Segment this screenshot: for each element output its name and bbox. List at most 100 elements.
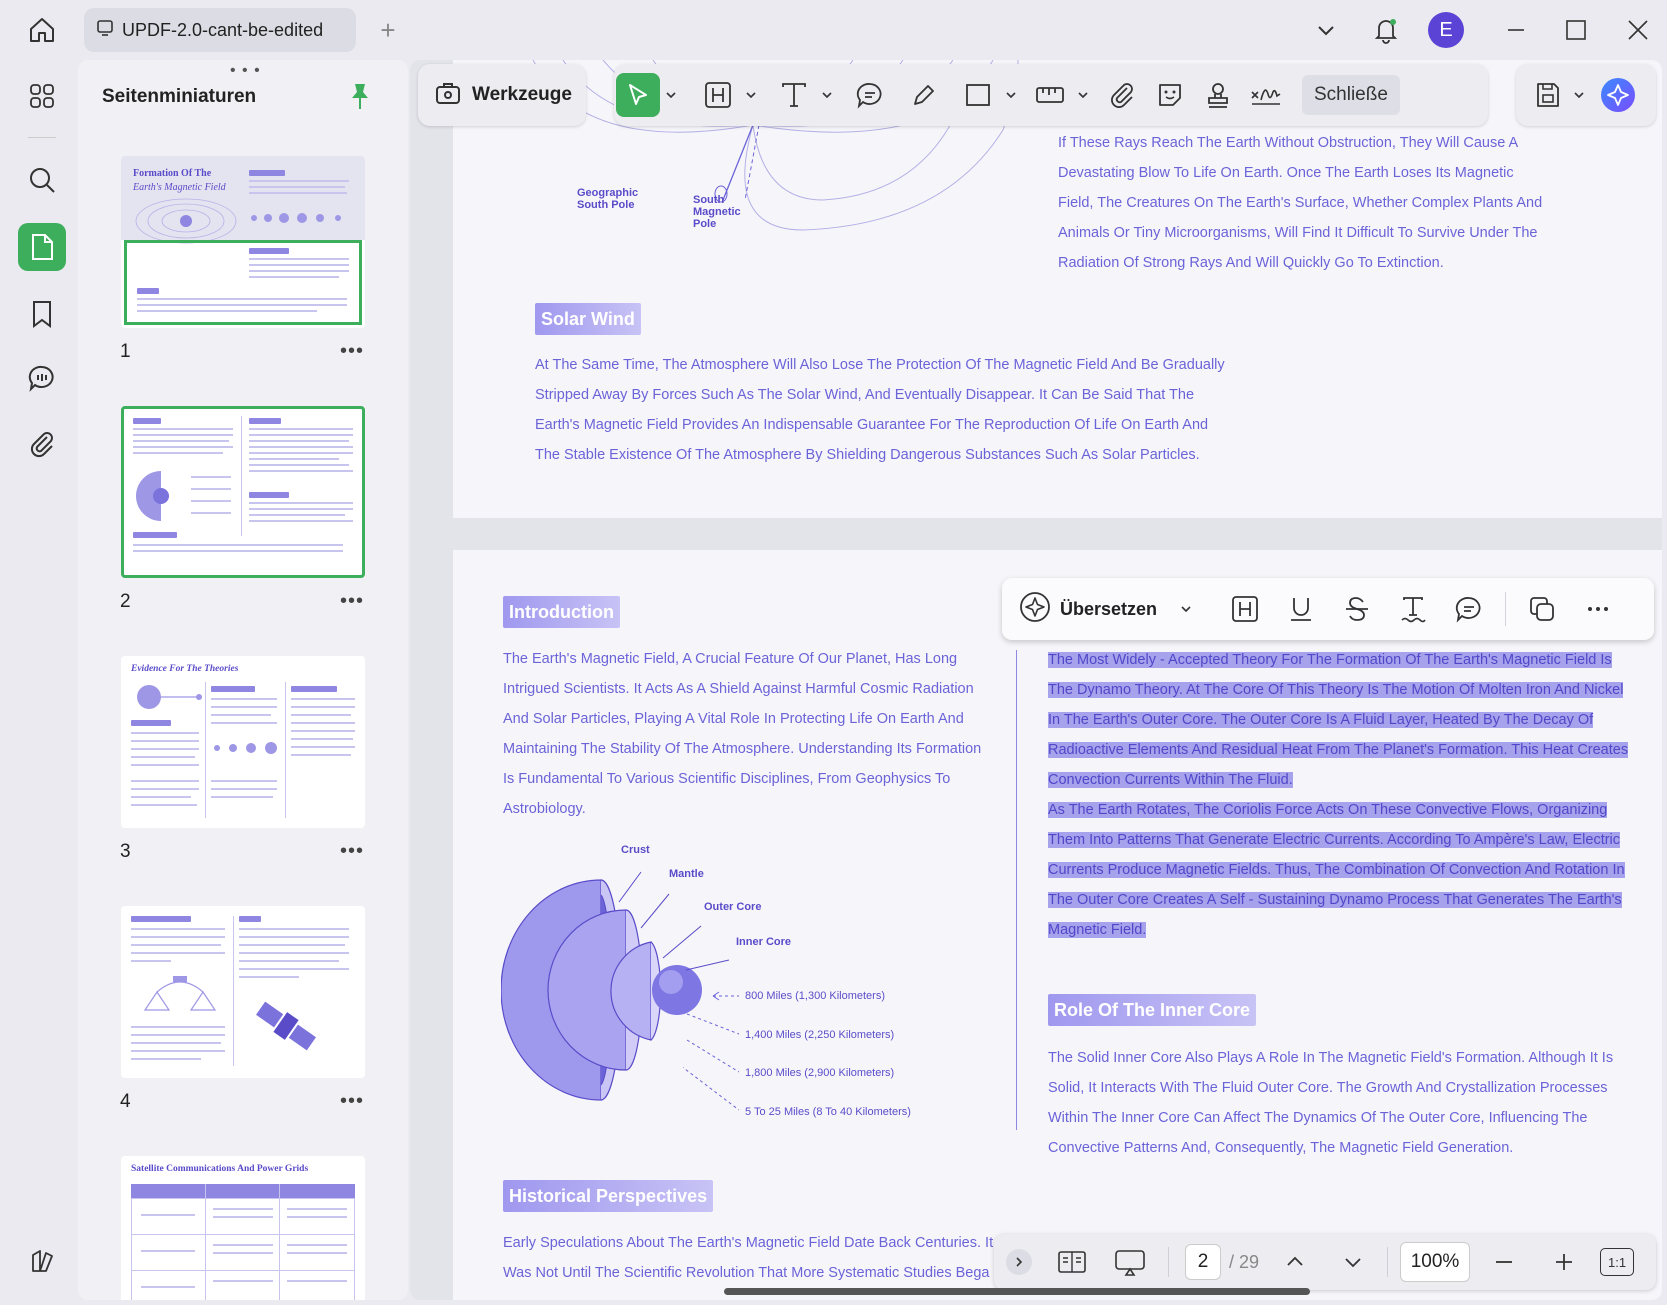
outer-core-label: Outer Core bbox=[704, 901, 762, 913]
document-tab[interactable]: UPDF-2.0-cant-be-edited bbox=[84, 8, 356, 52]
historical-perspectives-heading: Historical Perspectives bbox=[503, 1180, 714, 1212]
selected-text-line[interactable]: Them Into Patterns That Generate Electri… bbox=[1048, 832, 1621, 848]
zoom-out-icon[interactable] bbox=[1482, 1240, 1526, 1284]
page-thumbnail-4[interactable] bbox=[121, 906, 365, 1078]
page-thumbnail-1[interactable]: Formation Of The Earth's Magnetic Field bbox=[121, 156, 365, 328]
attachment-icon[interactable] bbox=[18, 420, 66, 468]
thumbnail-more-icon[interactable]: ••• bbox=[340, 340, 364, 363]
zoom-level-input[interactable]: 100% bbox=[1400, 1242, 1471, 1282]
inner-core-heading: Role Of The Inner Core bbox=[1048, 994, 1257, 1026]
previous-page-icon[interactable] bbox=[1273, 1240, 1317, 1284]
minimize-icon[interactable] bbox=[1496, 10, 1536, 50]
thumbnail-title-line-1: Formation Of The bbox=[133, 168, 212, 179]
inner-core-paragraph: The Solid Inner Core Also Plays A Role I… bbox=[1048, 1050, 1614, 1156]
geographic-south-pole-label: Geographic South Pole bbox=[577, 187, 639, 211]
thumbnail-more-icon[interactable]: ••• bbox=[340, 1090, 364, 1113]
historical-paragraph: Early Speculations About The Earth's Mag… bbox=[503, 1235, 994, 1281]
chevron-down-icon[interactable] bbox=[820, 73, 834, 117]
chevron-down-icon[interactable] bbox=[1572, 73, 1586, 117]
introduction-paragraph: The Earth's Magnetic Field, A Crucial Fe… bbox=[503, 651, 982, 817]
selected-text-line[interactable]: The Outer Core Creates A Self - Sustaini… bbox=[1048, 892, 1622, 908]
new-tab-icon[interactable]: + bbox=[374, 15, 402, 45]
collapse-nav-icon[interactable] bbox=[1006, 1249, 1032, 1275]
layers-icon[interactable] bbox=[18, 1237, 66, 1285]
selected-text-line[interactable]: Convection Currents Within The Fluid. bbox=[1048, 772, 1293, 788]
page-thumbnail-3[interactable]: Evidence For The Theories bbox=[121, 656, 365, 828]
maximize-icon[interactable] bbox=[1556, 10, 1596, 50]
comments-icon[interactable] bbox=[18, 354, 66, 402]
comment-tool-icon[interactable] bbox=[848, 73, 892, 117]
selected-text-line[interactable]: Magnetic Field. bbox=[1048, 922, 1147, 938]
solar-wind-paragraph: At The Same Time, The Atmosphere Will Al… bbox=[535, 357, 1225, 463]
pdf-page-1: Geographic South Pole South Magnetic Pol… bbox=[453, 60, 1662, 518]
annotation-toolbar: Schließe bbox=[614, 64, 1488, 126]
selected-text-line[interactable]: As The Earth Rotates, The Coriolis Force… bbox=[1048, 802, 1608, 818]
measure-tool-icon[interactable] bbox=[1028, 73, 1072, 117]
page-thumbnail-2[interactable] bbox=[121, 406, 365, 578]
home-icon[interactable] bbox=[22, 12, 62, 48]
highlight-text-icon[interactable] bbox=[1223, 587, 1267, 631]
text-tool-icon[interactable] bbox=[772, 73, 816, 117]
save-icon[interactable] bbox=[1526, 73, 1570, 117]
thumbnail-more-icon[interactable]: ••• bbox=[340, 840, 364, 863]
strikethrough-icon[interactable] bbox=[1335, 587, 1379, 631]
dynamo-theory-paragraph[interactable]: The Most Widely - Accepted Theory For Th… bbox=[1048, 645, 1648, 945]
squiggly-text-icon[interactable] bbox=[1391, 587, 1435, 631]
translate-button[interactable]: Übersetzen bbox=[1002, 578, 1157, 640]
depth-leader-lines bbox=[683, 991, 740, 1111]
pencil-tool-icon[interactable] bbox=[902, 73, 946, 117]
panel-drag-handle[interactable]: • • • bbox=[230, 62, 261, 80]
page-navigation-bar: 2 / 29 100% 1:1 bbox=[994, 1234, 1656, 1290]
chevron-down-icon[interactable] bbox=[664, 73, 678, 117]
apps-grid-icon[interactable] bbox=[18, 72, 66, 120]
actual-size-button[interactable]: 1:1 bbox=[1600, 1248, 1635, 1276]
page-thumbnail-5[interactable]: Satellite Communications And Power Grids bbox=[121, 1156, 365, 1300]
crust-label: Crust bbox=[621, 844, 650, 856]
thumbnail-title-line-2: Earth's Magnetic Field bbox=[133, 182, 226, 193]
horizontal-scrollbar[interactable] bbox=[724, 1288, 1310, 1295]
notification-bell-icon[interactable] bbox=[1366, 10, 1406, 50]
rectangle-tool-icon[interactable] bbox=[956, 73, 1000, 117]
pin-icon[interactable] bbox=[348, 82, 372, 112]
thumbnail-more-icon[interactable]: ••• bbox=[340, 590, 364, 613]
chevron-down-icon[interactable] bbox=[1076, 73, 1090, 117]
chevron-down-icon[interactable] bbox=[1004, 73, 1018, 117]
ai-assistant-icon[interactable] bbox=[1596, 73, 1640, 117]
depth-label-3: 1,800 Miles (2,900 Kilometers) bbox=[745, 1067, 895, 1079]
chevron-down-icon[interactable] bbox=[744, 73, 758, 117]
sticker-icon[interactable] bbox=[1148, 73, 1192, 117]
underline-icon[interactable] bbox=[1279, 587, 1323, 631]
search-icon[interactable] bbox=[18, 156, 66, 204]
selected-text-line[interactable]: The Dynamo Theory. At The Core Of This T… bbox=[1048, 682, 1624, 698]
chevron-down-icon[interactable] bbox=[1179, 587, 1193, 631]
selected-text-line[interactable]: Currents Produce Magnetic Fields. Thus, … bbox=[1048, 862, 1625, 878]
selected-text-line[interactable]: Radioactive Elements And Residual Heat F… bbox=[1048, 742, 1629, 758]
stamp-icon[interactable] bbox=[1196, 73, 1240, 117]
tabs-dropdown-icon[interactable] bbox=[1306, 10, 1346, 50]
page-layout-icon[interactable] bbox=[1050, 1240, 1094, 1284]
current-page-input[interactable]: 2 bbox=[1185, 1244, 1221, 1280]
thumbnail-page-number: 2 bbox=[120, 591, 131, 612]
page-thumbnails-icon[interactable] bbox=[18, 223, 66, 271]
selected-text-line[interactable]: The Most Widely - Accepted Theory For Th… bbox=[1048, 652, 1612, 668]
add-comment-icon[interactable] bbox=[1447, 587, 1491, 631]
thumbnail-page-number: 3 bbox=[120, 841, 131, 862]
presentation-icon[interactable] bbox=[1108, 1240, 1152, 1284]
column-divider bbox=[1016, 650, 1017, 1130]
tools-menu-button[interactable]: Werkzeuge bbox=[418, 64, 586, 126]
bookmark-icon[interactable] bbox=[18, 290, 66, 338]
document-viewport[interactable]: Geographic South Pole South Magnetic Pol… bbox=[410, 60, 1662, 1300]
signature-icon[interactable] bbox=[1244, 73, 1288, 117]
thumbnail-panel: • • • Seitenminiaturen Formation Of The … bbox=[78, 60, 408, 1300]
close-toolbar-button[interactable]: Schließe bbox=[1302, 75, 1400, 115]
copy-icon[interactable] bbox=[1520, 587, 1564, 631]
next-page-icon[interactable] bbox=[1331, 1240, 1375, 1284]
zoom-in-icon[interactable] bbox=[1542, 1240, 1586, 1284]
selected-text-line[interactable]: In The Earth's Outer Core. The Outer Cor… bbox=[1048, 712, 1594, 728]
highlight-tool-icon[interactable] bbox=[696, 73, 740, 117]
select-tool-icon[interactable] bbox=[616, 73, 660, 117]
attach-file-icon[interactable] bbox=[1100, 73, 1144, 117]
close-window-icon[interactable] bbox=[1618, 10, 1658, 50]
avatar[interactable]: E bbox=[1426, 10, 1466, 50]
more-options-icon[interactable] bbox=[1576, 587, 1620, 631]
